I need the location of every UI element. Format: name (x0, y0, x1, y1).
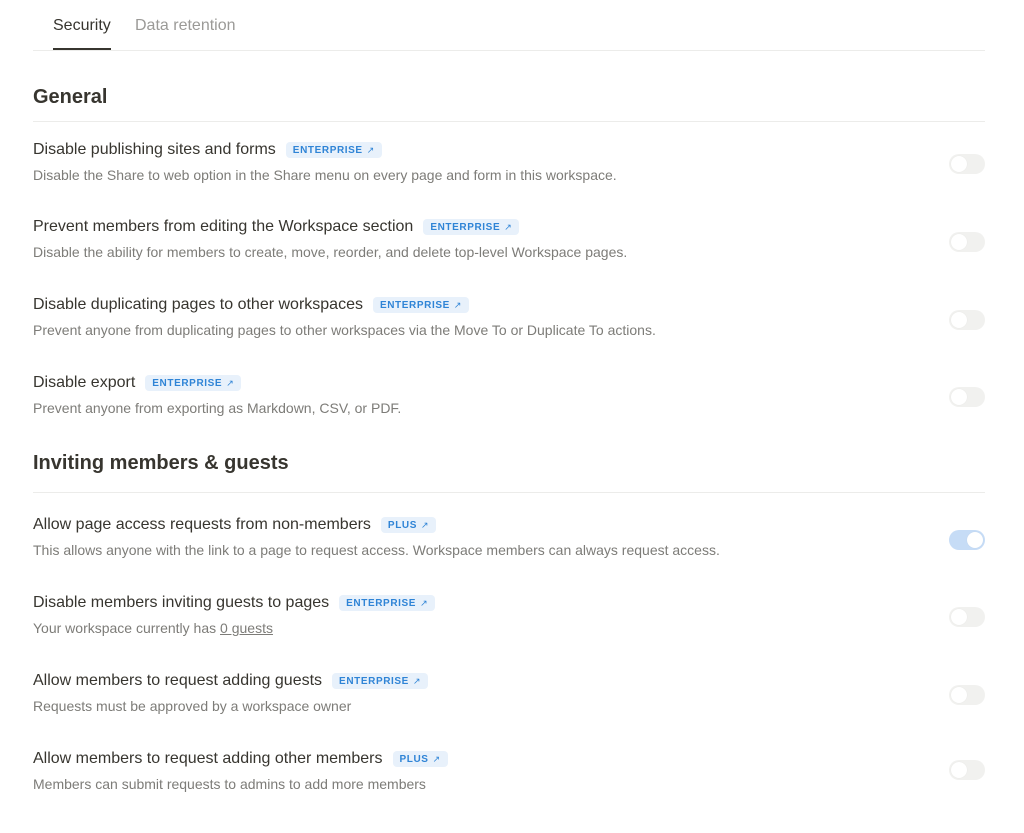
external-arrow-icon: ↗ (366, 145, 375, 155)
external-arrow-icon: ↗ (421, 520, 430, 530)
setting-description: Prevent anyone from exporting as Markdow… (33, 400, 402, 416)
tab-security[interactable]: Security (53, 17, 111, 50)
toggle-switch[interactable] (949, 685, 985, 705)
external-arrow-icon: ↗ (412, 676, 422, 686)
badge-label: PLUS (399, 754, 429, 765)
plan-badge[interactable]: ENTERPRISE ↗ (145, 375, 242, 391)
description-text: Your workspace currently has (33, 620, 221, 636)
badge-label: PLUS (387, 520, 417, 531)
toggle-switch[interactable] (949, 530, 985, 550)
toggle-knob (951, 389, 967, 405)
external-arrow-icon: ↗ (226, 378, 235, 388)
badge-label: ENTERPRISE (379, 300, 450, 311)
toggle-knob (951, 312, 967, 328)
badge-label: ENTERPRISE (339, 676, 409, 687)
toggle-switch[interactable] (949, 760, 985, 780)
plan-badge[interactable]: ENTERPRISE ↗ (372, 297, 470, 313)
plan-badge[interactable]: ENTERPRISE ↗ (423, 219, 520, 235)
plan-badge[interactable]: ENTERPRISE ↗ (332, 673, 429, 689)
toggle-switch[interactable] (949, 232, 985, 252)
setting-row-disable-duplicating: Disable duplicating pages to other works… (33, 296, 985, 338)
external-arrow-icon: ↗ (453, 300, 463, 310)
setting-description: This allows anyone with the link to a pa… (33, 542, 720, 558)
setting-row-disable-inviting-guests: Disable members inviting guests to pages… (33, 594, 985, 636)
plan-badge[interactable]: PLUS ↗ (380, 517, 437, 533)
setting-description: Disable the Share to web option in the S… (33, 167, 617, 183)
toggle-knob (951, 156, 967, 172)
badge-label: ENTERPRISE (430, 222, 501, 233)
guests-count-link[interactable]: 0 guests (220, 620, 273, 636)
setting-row-prevent-editing-workspace: Prevent members from editing the Workspa… (33, 218, 985, 260)
setting-title: Prevent members from editing the Workspa… (33, 218, 414, 235)
setting-description: Prevent anyone from duplicating pages to… (33, 322, 656, 338)
toggle-switch[interactable] (949, 154, 985, 174)
setting-row-disable-export: Disable export ENTERPRISE ↗ Prevent anyon… (33, 374, 985, 416)
setting-description: Your workspace currently has 0 guests (33, 620, 985, 636)
badge-label: ENTERPRISE (152, 378, 223, 389)
toggle-knob (967, 532, 983, 548)
setting-description: Members can submit requests to admins to… (33, 776, 426, 792)
external-arrow-icon: ↗ (432, 754, 441, 764)
toggle-switch[interactable] (949, 310, 985, 330)
section-divider (33, 121, 985, 122)
toggle-switch[interactable] (949, 607, 985, 627)
setting-description: Requests must be approved by a workspace… (33, 698, 352, 714)
toggle-knob (951, 687, 967, 703)
setting-title: Disable members inviting guests to pages (33, 594, 330, 611)
setting-row-disable-publishing: Disable publishing sites and forms ENTER… (33, 141, 985, 183)
setting-description: Disable the ability for members to creat… (33, 244, 628, 260)
plan-badge[interactable]: ENTERPRISE ↗ (339, 595, 436, 611)
section-divider (33, 492, 985, 493)
section-title-inviting: Inviting members & guests (33, 452, 289, 474)
setting-title: Allow members to request adding guests (33, 672, 323, 689)
tab-data-retention[interactable]: Data retention (135, 17, 236, 35)
setting-title: Allow members to request adding other me… (33, 750, 383, 767)
badge-label: ENTERPRISE (292, 145, 363, 156)
tab-bar: Security Data retention (33, 0, 985, 51)
plan-badge[interactable]: ENTERPRISE ↗ (285, 142, 382, 158)
plan-badge[interactable]: PLUS ↗ (392, 751, 448, 767)
toggle-knob (951, 609, 967, 625)
settings-page: Security Data retention General Disable … (33, 0, 985, 792)
external-arrow-icon: ↗ (420, 598, 429, 608)
setting-title: Disable publishing sites and forms (33, 141, 276, 158)
section-title-general: General (33, 86, 108, 108)
setting-title: Disable export (33, 374, 136, 391)
toggle-knob (951, 234, 967, 250)
setting-row-page-access-requests: Allow page access requests from non-memb… (33, 516, 985, 558)
badge-label: ENTERPRISE (346, 598, 417, 609)
setting-row-request-adding-members: Allow members to request adding other me… (33, 750, 985, 792)
setting-title: Disable duplicating pages to other works… (33, 296, 363, 313)
setting-row-request-adding-guests: Allow members to request adding guests E… (33, 672, 985, 714)
toggle-switch[interactable] (949, 387, 985, 407)
toggle-knob (951, 762, 967, 778)
setting-title: Allow page access requests from non-memb… (33, 516, 371, 533)
external-arrow-icon: ↗ (504, 222, 513, 232)
